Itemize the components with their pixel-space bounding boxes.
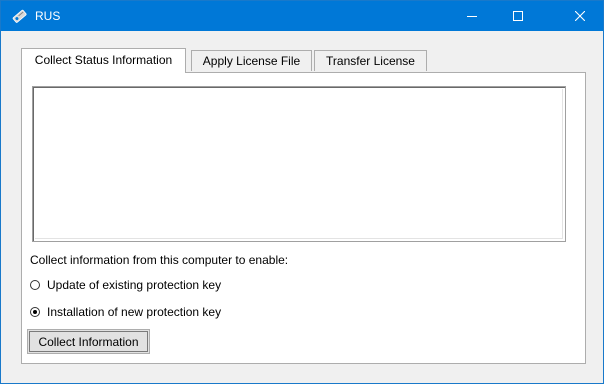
maximize-icon [513, 11, 523, 21]
title-bar[interactable]: RUS [1, 1, 603, 31]
close-button[interactable] [557, 1, 603, 31]
tab-collect-status-information[interactable]: Collect Status Information [21, 48, 186, 73]
option-update-existing-key[interactable]: Update of existing protection key [30, 277, 221, 293]
close-icon [575, 11, 585, 21]
status-info-text [35, 89, 563, 239]
app-window: RUS Collect Status Information Apply Lic… [0, 0, 604, 384]
maximize-button[interactable] [495, 1, 541, 31]
install-key-radio-label[interactable]: Installation of new protection key [47, 305, 221, 319]
tab-transfer-license[interactable]: Transfer License [314, 50, 427, 71]
tab-apply-license-file[interactable]: Apply License File [191, 50, 312, 71]
update-key-radio[interactable] [30, 280, 40, 290]
tab-panel-collect-status: Collect information from this computer t… [21, 72, 586, 364]
app-key-icon [11, 8, 27, 24]
collect-prompt-label: Collect information from this computer t… [30, 253, 289, 267]
minimize-icon [467, 11, 477, 21]
minimize-button[interactable] [449, 1, 495, 31]
install-key-radio[interactable] [30, 307, 40, 317]
option-install-new-key[interactable]: Installation of new protection key [30, 304, 221, 320]
collect-information-button[interactable]: Collect Information [27, 329, 150, 354]
window-title: RUS [35, 9, 61, 23]
update-key-radio-label[interactable]: Update of existing protection key [47, 278, 221, 292]
status-info-textarea[interactable] [32, 86, 566, 242]
